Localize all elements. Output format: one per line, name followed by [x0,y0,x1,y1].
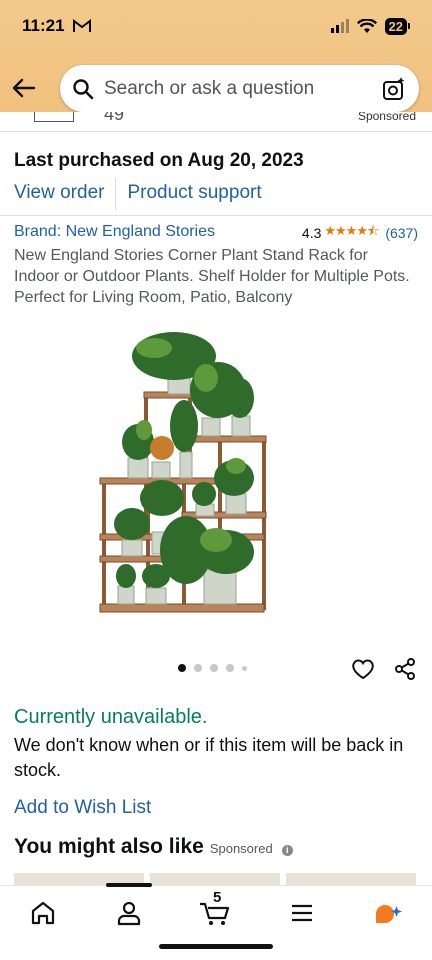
active-tab-indicator [106,883,152,887]
carousel-dot[interactable] [226,664,234,672]
status-time: 11:21 [22,16,65,35]
purchase-links: View order Product support [14,178,262,210]
search-input[interactable]: Search or ask a question [104,78,381,100]
rufus-icon[interactable] [372,898,402,928]
gmail-icon [72,19,91,32]
home-indicator [159,944,273,949]
availability-status: Currently unavailable. [14,706,208,728]
search-bar[interactable]: Search or ask a question [60,65,419,112]
rating-summary[interactable]: 4.3 ★★★★⯪ (637) [302,222,418,244]
carousel-dot[interactable] [242,665,247,671]
brand-link[interactable]: Brand: New England Stories [14,223,215,241]
view-order-link[interactable]: View order [14,182,104,210]
recommendation-thumbnail[interactable] [286,873,416,885]
peek-number: 49 [104,112,125,124]
info-icon[interactable]: i [281,845,293,856]
battery-level: 22 [384,17,407,35]
previous-item-peek: 49 Sponsored [0,112,432,132]
rating-value: 4.3 [301,225,322,241]
signal-icon [330,19,349,33]
share-icon[interactable] [393,657,417,681]
recommendations-heading: You might also like [14,835,204,858]
wifi-icon [356,18,377,33]
star-rating-icon: ★★★★⯪ [324,223,379,238]
status-bar: 11:21 22 [22,14,410,38]
sponsored-label: Sponsored [209,841,273,856]
camera-lens-icon[interactable] [381,76,407,102]
heart-icon[interactable] [351,657,375,681]
review-count[interactable]: (637) [385,225,418,241]
account-icon[interactable] [114,898,144,928]
recommendations-header: You might also like Sponsored i [14,835,293,859]
home-icon[interactable] [28,898,58,928]
product-image[interactable] [88,318,348,624]
add-to-wish-list-link[interactable]: Add to Wish List [14,797,151,819]
recommendation-thumbnail[interactable] [150,873,280,885]
carousel-dot[interactable] [210,664,218,672]
menu-icon[interactable] [287,898,317,928]
app-header: 11:21 22 Search or ask a question [0,0,432,120]
last-purchased: Last purchased on Aug 20, 2023 [14,150,304,171]
recommendations-carousel[interactable] [0,873,432,885]
image-carousel-dots[interactable] [178,664,247,672]
product-title: New England Stories Corner Plant Stand R… [14,247,410,306]
divider [0,215,432,216]
product-support-link[interactable]: Product support [127,182,261,210]
link-separator [115,178,117,210]
cart-count: 5 [213,889,222,906]
back-arrow-icon[interactable] [10,74,38,102]
availability-message: We don't know when or if this item will … [14,735,404,780]
carousel-dot-active[interactable] [178,664,186,672]
peek-sponsored: Sponsored [357,112,416,123]
shipping-box-icon [34,112,74,122]
cart-icon[interactable]: 5 [198,889,232,928]
carousel-dot[interactable] [194,664,202,672]
battery-icon: 22 [384,17,410,35]
search-icon [73,78,94,99]
